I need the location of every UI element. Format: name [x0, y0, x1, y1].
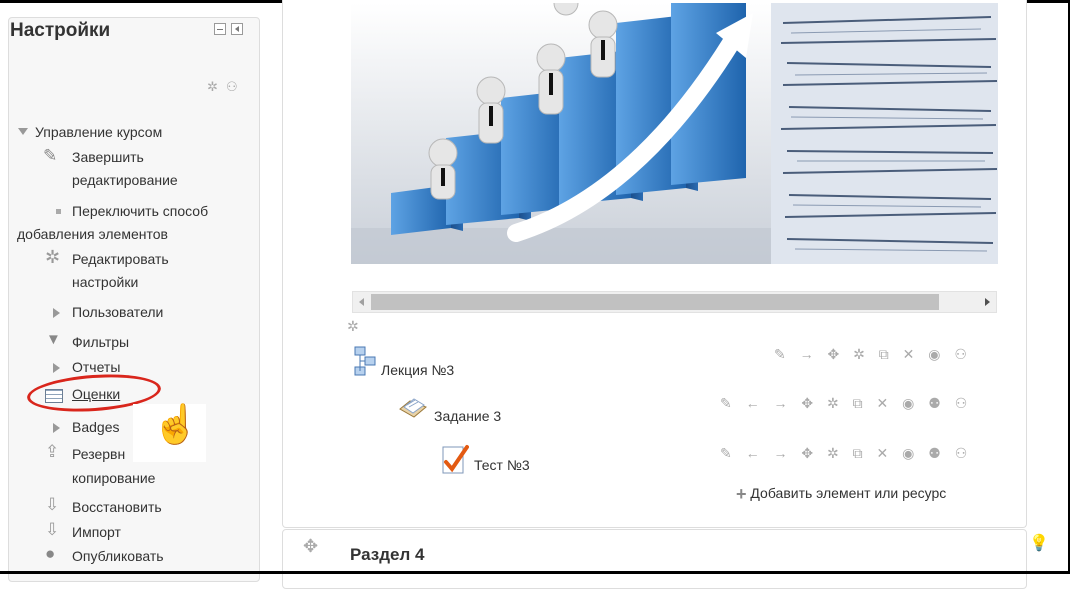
menu-item-edit-settings-line2[interactable]: настройки: [72, 271, 138, 294]
scroll-right-icon[interactable]: [985, 298, 990, 306]
add-activity-label: Добавить элемент или ресурс: [750, 485, 947, 501]
restore-icon: ⇩: [45, 495, 60, 514]
move-icon[interactable]: ✥: [303, 537, 318, 555]
expand-right-icon[interactable]: [53, 363, 60, 373]
menu-item-edit-settings[interactable]: Редактировать: [72, 248, 169, 271]
menu-item-import[interactable]: Импорт: [72, 521, 121, 544]
menu-item-backup-line2[interactable]: копирование: [72, 467, 155, 490]
collapse-block-button[interactable]: [214, 23, 226, 35]
expand-right-icon[interactable]: [53, 423, 60, 433]
menu-item-users[interactable]: Пользователи: [72, 301, 163, 324]
expand-icon[interactable]: [18, 128, 28, 135]
activity-edit-controls[interactable]: ✎ ← → ✥ ✲ ⧉ ✕ ◉ ⚉ ⚇: [720, 445, 972, 462]
menu-item-course-admin[interactable]: Управление курсом: [35, 121, 162, 144]
lightbulb-icon[interactable]: 💡: [1029, 536, 1049, 552]
menu-item-filters[interactable]: Фильтры: [72, 331, 129, 354]
import-icon: ⇩: [45, 520, 60, 539]
globe-icon: ●: [45, 544, 56, 563]
menu-item-finish-editing-line2[interactable]: редактирование: [72, 169, 178, 192]
assign-roles-icon[interactable]: ⚇: [226, 80, 238, 93]
menu-item-finish-editing[interactable]: Завершить: [72, 146, 144, 169]
activity-link[interactable]: Задание 3: [434, 408, 501, 424]
menu-item-badges[interactable]: Badges: [72, 416, 119, 439]
scroll-left-icon[interactable]: [359, 298, 364, 306]
menu-item-publish[interactable]: Опубликовать: [72, 545, 164, 568]
pencil-icon: ✎: [43, 146, 58, 165]
add-activity-link[interactable]: + Добавить элемент или ресурс: [736, 484, 946, 505]
activity-link[interactable]: Тест №3: [474, 457, 530, 473]
quiz-icon: [442, 445, 469, 474]
menu-item-restore[interactable]: Восстановить: [72, 496, 162, 519]
gear-icon: ✲: [45, 247, 61, 267]
lesson-icon: [354, 346, 376, 376]
bullet-icon: [56, 209, 61, 214]
activity-link[interactable]: Лекция №3: [381, 362, 454, 378]
assignment-icon: [399, 398, 427, 418]
section-title: Раздел 4: [350, 545, 425, 564]
filter-icon: ▼: [46, 331, 61, 348]
gear-icon[interactable]: ✲: [347, 319, 359, 333]
menu-item-switch-mode[interactable]: Переключить способ: [72, 200, 208, 223]
gear-icon[interactable]: ✲: [207, 80, 218, 93]
dock-block-button[interactable]: [231, 23, 243, 35]
horizontal-scrollbar[interactable]: [352, 291, 997, 313]
hand-cursor-icon: ☝: [152, 404, 200, 446]
plus-icon: +: [736, 484, 747, 504]
expand-right-icon[interactable]: [53, 308, 60, 318]
backup-icon: ⇪: [45, 442, 60, 461]
settings-title: Настройки: [10, 20, 111, 41]
activity-edit-controls[interactable]: ✎ → ✥ ✲ ⧉ ✕ ◉ ⚇: [774, 346, 972, 363]
banner-image: [351, 3, 998, 264]
menu-item-switch-mode-line2[interactable]: добавления элементов: [17, 223, 168, 246]
scrollbar-thumb[interactable]: [371, 294, 939, 310]
activity-edit-controls[interactable]: ✎ ← → ✥ ✲ ⧉ ✕ ◉ ⚉ ⚇: [720, 395, 972, 412]
menu-item-backup[interactable]: Резервн: [72, 443, 125, 466]
